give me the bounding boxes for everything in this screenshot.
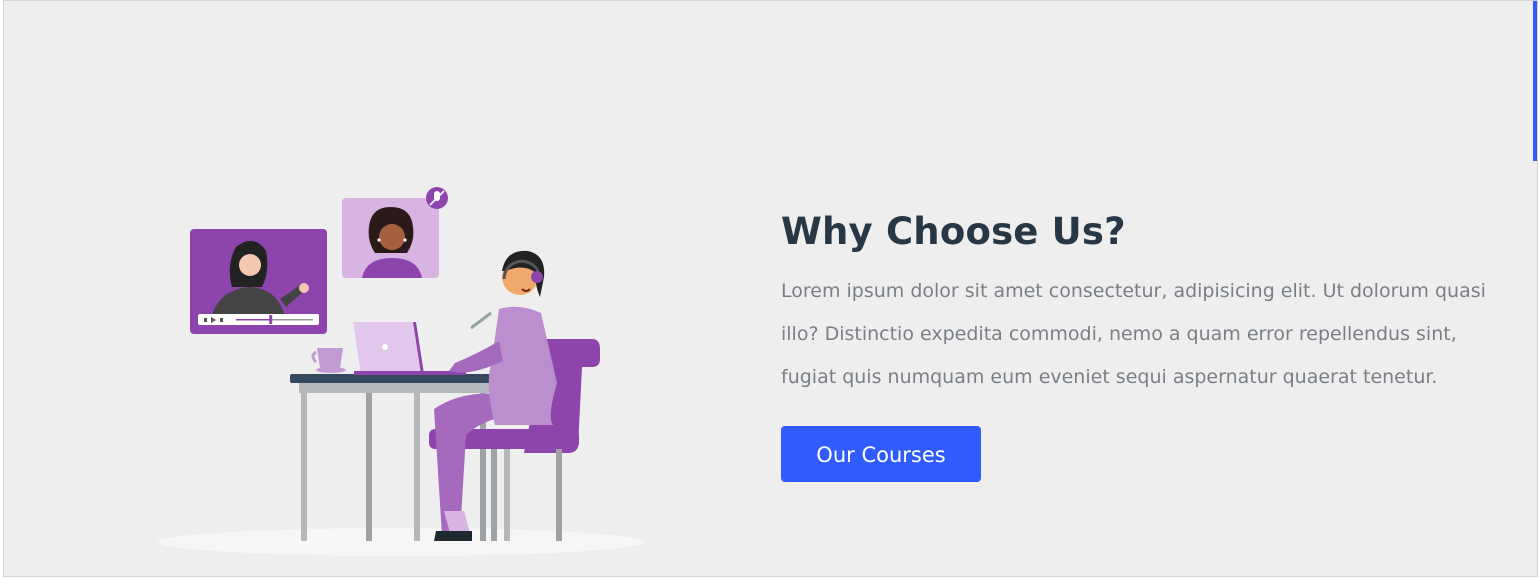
- online-learning-illustration: [158, 187, 644, 556]
- section-description: Lorem ipsum dolor sit amet consectetur, …: [781, 280, 1486, 388]
- laptop: [353, 322, 466, 375]
- our-courses-button[interactable]: Our Courses: [781, 426, 981, 482]
- scroll-indicator: [1533, 1, 1537, 161]
- floor-shadow: [158, 528, 644, 556]
- section-title: Why Choose Us?: [781, 210, 1126, 253]
- coffee-cup: [311, 348, 346, 373]
- why-choose-us-section: Why Choose Us? Lorem ipsum dolor sit ame…: [3, 0, 1538, 577]
- mute-mic-icon: [426, 187, 448, 209]
- video-call-window: [190, 229, 327, 334]
- content-block: Why Choose Us? Lorem ipsum dolor sit ame…: [781, 206, 1501, 482]
- participant-window: [342, 198, 439, 278]
